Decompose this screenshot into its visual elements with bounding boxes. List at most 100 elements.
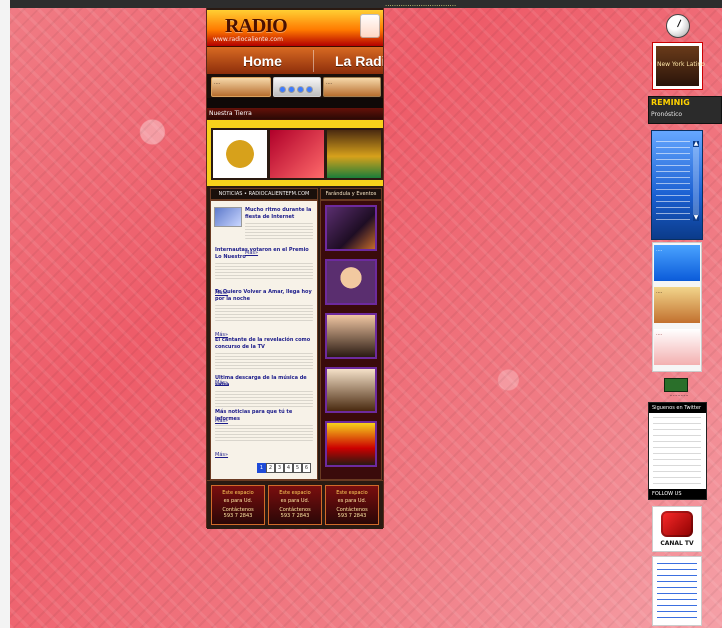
ad-line: Este espacio <box>279 490 311 496</box>
divider <box>207 98 383 108</box>
ad-slot[interactable]: Este espacio es para Ud. Contáctenos 593… <box>268 485 322 525</box>
news-title[interactable]: Ultima descarga de la música de salsa <box>215 375 313 389</box>
event-photo[interactable] <box>325 205 377 251</box>
news-item[interactable]: Más noticias para que tú te informes Más… <box>215 409 313 460</box>
weather-title: REMINIG <box>651 98 690 107</box>
nav-separator <box>313 50 314 72</box>
links-list <box>657 563 697 619</box>
news-title[interactable]: El cantante de la revelación como concur… <box>215 337 313 351</box>
gallery-item[interactable]: .... <box>325 128 383 180</box>
chat-box[interactable]: ▲ ▼ <box>651 130 703 240</box>
ad-line: Este espacio <box>222 490 254 496</box>
page-6[interactable]: 6 <box>302 463 311 473</box>
news-list: Mucho ritmo durante la fiesta de Interne… <box>210 200 318 480</box>
weather-widget[interactable]: REMINIG Pronóstico <box>648 96 722 124</box>
sidebar-ad-text: .... <box>656 331 663 337</box>
ad-line: Este espacio <box>336 490 368 496</box>
radio-logo <box>360 14 380 38</box>
news-thumbnail[interactable] <box>214 207 242 227</box>
clock-hand <box>677 19 682 28</box>
site-banner[interactable]: RADIO www.radiocaliente.com <box>207 10 383 47</box>
news-title[interactable]: Más noticias para que tú te informes <box>215 409 313 423</box>
tv-badge[interactable]: CANAL TV <box>652 506 702 552</box>
gallery-item[interactable]: .... <box>211 128 269 180</box>
ad-slot[interactable]: Este espacio es para Ud. Contáctenos 593… <box>211 485 265 525</box>
sidebar-ad[interactable]: .... <box>654 245 700 281</box>
social-header: Siguenos en Twitter <box>649 403 706 413</box>
gallery: .... .... .... <box>207 120 383 187</box>
ad-line: 593 7 2843 <box>280 513 310 519</box>
ads-row: Este espacio es para Ud. Contáctenos 593… <box>207 480 383 529</box>
player-right[interactable]: .... <box>323 77 381 97</box>
sidebar-ad-text: .... <box>656 289 663 295</box>
tv-text: CANAL TV <box>660 540 694 547</box>
chevron-up-icon[interactable]: ▲ <box>693 141 699 147</box>
page-4[interactable]: 4 <box>284 463 293 473</box>
nav-home[interactable]: Home <box>243 47 282 75</box>
social-widget[interactable]: Siguenos en Twitter FOLLOW US <box>648 402 707 500</box>
links-widget[interactable] <box>652 556 702 626</box>
news-title[interactable]: Te Quiero Volver a Amar, llega hoy por l… <box>215 289 313 303</box>
main-nav: Home La Radio <box>207 46 383 76</box>
player-controls[interactable] <box>273 77 321 97</box>
ad-line: 593 7 2843 <box>337 513 367 519</box>
control-dot[interactable] <box>307 87 312 92</box>
events-gallery <box>320 200 382 480</box>
chevron-down-icon[interactable]: ▼ <box>693 215 699 221</box>
top-marquee: ................................ <box>385 0 457 8</box>
page-1[interactable]: 1 <box>257 463 266 473</box>
sidebar-ad[interactable]: .... <box>654 287 700 323</box>
social-footer[interactable]: FOLLOW US <box>649 489 706 499</box>
news-header: NOTICIAS • RADIOCALIENTEFM.COM <box>210 188 318 200</box>
weather-subtitle: Pronóstico <box>651 111 683 118</box>
tv-logo <box>661 511 693 537</box>
read-more-link[interactable]: Más» <box>215 452 228 458</box>
news-snippet <box>245 223 313 239</box>
gallery-item[interactable]: .... <box>268 128 326 180</box>
ad-line: 593 7 2843 <box>223 513 253 519</box>
event-photo[interactable] <box>325 313 377 359</box>
window-top-bar <box>10 0 722 8</box>
control-dot[interactable] <box>289 87 294 92</box>
news-snippet <box>215 263 313 279</box>
events-header: Farándula y Eventos <box>320 188 382 200</box>
news-snippet <box>215 391 313 407</box>
site-url: www.radiocaliente.com <box>213 36 283 43</box>
nav-la-radio[interactable]: La Radio <box>335 47 383 75</box>
chat-lines <box>656 141 690 221</box>
social-feed <box>653 417 701 487</box>
news-item[interactable]: Te Quiero Volver a Amar, llega hoy por l… <box>215 289 313 340</box>
news-section: NOTICIAS • RADIOCALIENTEFM.COM Mucho rit… <box>207 186 383 480</box>
ad-line: es para Ud. <box>337 498 367 504</box>
news-snippet <box>215 353 313 369</box>
sidebar-ad[interactable]: .... <box>654 329 700 365</box>
sidebar-ads: .... .... .... <box>652 242 702 372</box>
site-title: RADIO <box>225 15 288 37</box>
ad-slot[interactable]: Este espacio es para Ud. Contáctenos 593… <box>325 485 379 525</box>
page-5[interactable]: 5 <box>293 463 302 473</box>
partner-badge-text: New York Latino <box>657 61 705 68</box>
ad-line: es para Ud. <box>223 498 253 504</box>
chat-scrollbar[interactable] <box>693 141 699 221</box>
news-snippet <box>215 425 313 441</box>
main-column: RADIO www.radiocaliente.com Home La Radi… <box>206 8 384 529</box>
event-photo[interactable] <box>325 367 377 413</box>
news-title[interactable]: Internautas votaron en el Premio Lo Nues… <box>215 247 313 261</box>
small-caption: ............ <box>669 392 689 398</box>
control-dot[interactable] <box>298 87 303 92</box>
news-pagination: 1 2 3 4 5 6 <box>257 463 311 473</box>
control-dot[interactable] <box>280 87 285 92</box>
event-photo[interactable] <box>325 259 377 305</box>
event-photo[interactable] <box>325 421 377 467</box>
page-2[interactable]: 2 <box>266 463 275 473</box>
news-title[interactable]: Mucho ritmo durante la fiesta de Interne… <box>245 207 313 221</box>
sidebar-ad-text: .... <box>656 247 663 253</box>
small-badge[interactable] <box>664 378 688 392</box>
player-left[interactable]: .... <box>211 77 271 97</box>
partner-badge[interactable]: New York Latino <box>652 42 705 90</box>
player-strip: .... .... <box>207 74 383 99</box>
clock-icon <box>666 14 690 38</box>
page-3[interactable]: 3 <box>275 463 284 473</box>
player-left-text: .... <box>214 80 221 86</box>
ad-line: es para Ud. <box>280 498 310 504</box>
